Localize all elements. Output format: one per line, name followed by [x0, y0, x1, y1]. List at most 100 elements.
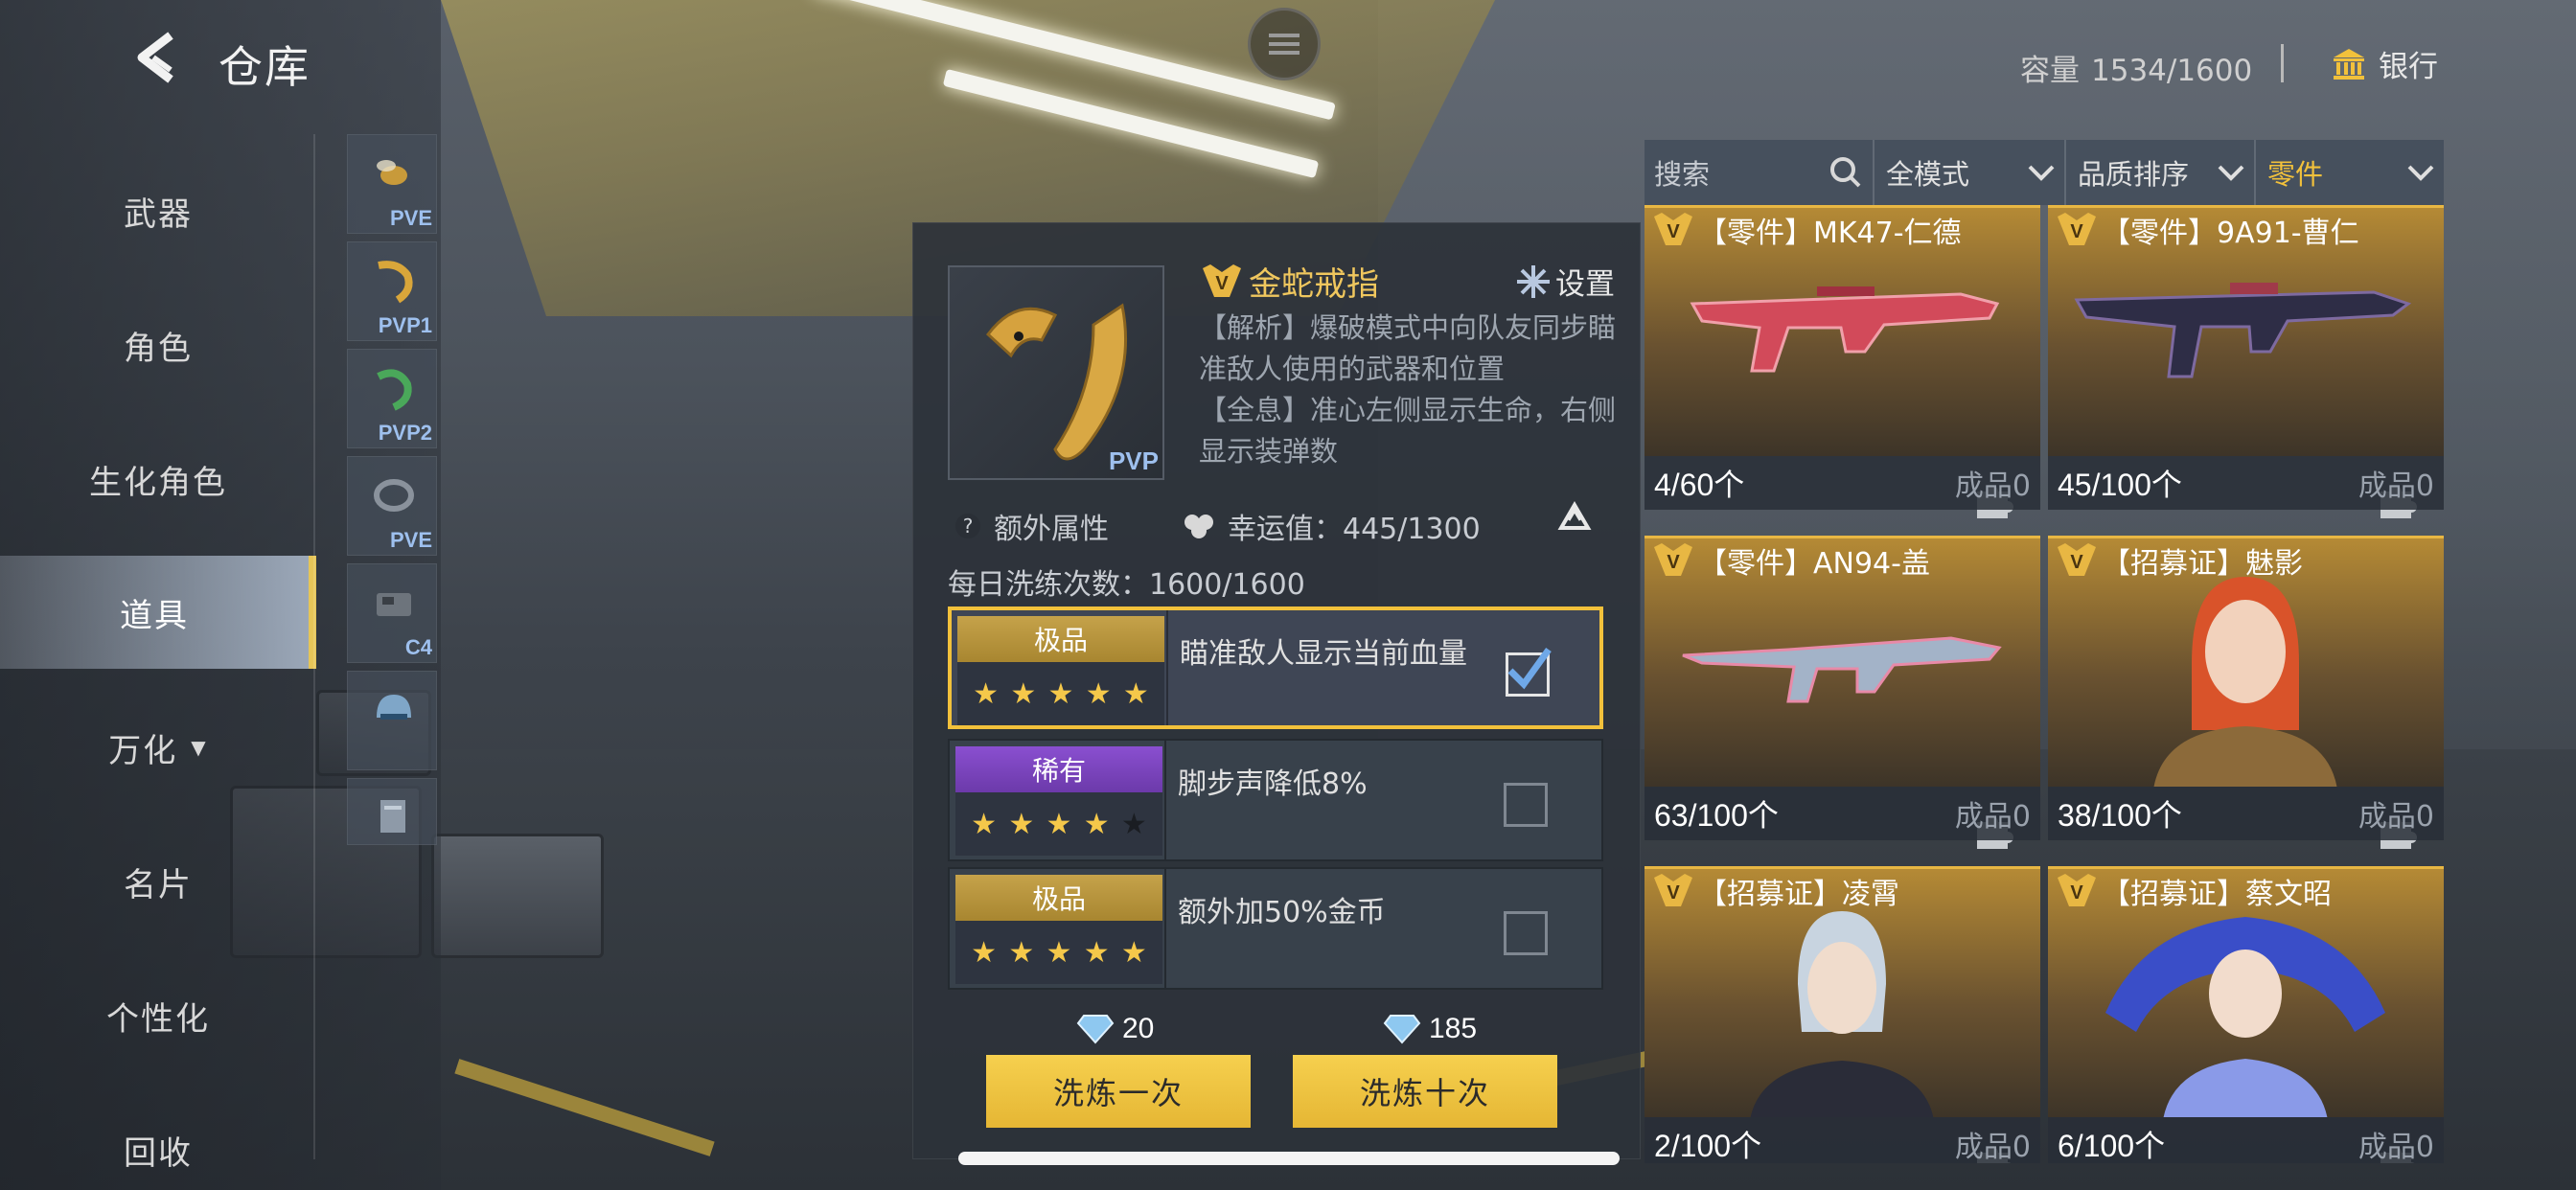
nav-item-items[interactable]: 道具	[0, 556, 316, 669]
home-indicator[interactable]	[958, 1152, 1620, 1165]
back-button[interactable]	[129, 29, 183, 86]
attribute-checkbox[interactable]	[1506, 647, 1552, 697]
item-footer: 4/60个 成品0	[1644, 456, 2040, 510]
sub-item-tag: PVE	[389, 206, 432, 230]
attribute-row[interactable]: 稀有 ★ ★ ★ ★ ★ 脚步声降低8%	[948, 739, 1603, 861]
sub-item-case[interactable]	[347, 778, 437, 845]
attribute-text: 额外加50%金币	[1178, 896, 1386, 929]
attribute-text: 瞄准敌人显示当前血量	[1180, 637, 1467, 671]
item-card[interactable]: V 【招募证】蔡文昭 6/100个 成品0	[2048, 866, 2444, 1163]
item-card[interactable]: V 【招募证】凌霄 2/100个 成品0	[1644, 866, 2040, 1163]
ring-icon	[374, 479, 414, 512]
svg-text:V: V	[2070, 882, 2083, 904]
c4-bomb-icon	[377, 593, 411, 616]
item-name: V 【招募证】蔡文昭	[2056, 870, 2332, 912]
page-title: 仓库	[218, 41, 310, 93]
nav-item-weapons[interactable]: 武器	[0, 144, 316, 278]
item-footer: 38/100个 成品0	[2048, 787, 2444, 840]
star-rating: ★ ★ ★ ★ ★	[957, 662, 1164, 725]
diamond-icon	[1383, 1015, 1421, 1044]
item-card[interactable]: V 【零件】9A91-曹仁 45/100个 成品0	[2048, 205, 2444, 536]
search-input[interactable]: 搜索	[1644, 140, 1874, 205]
item-description: 【解析】爆破模式中向队友同步瞄准敌人使用的武器和位置 【全息】准心左侧显示生命，…	[1199, 308, 1621, 472]
item-made: 成品0	[2358, 1131, 2434, 1163]
snake-ring-icon	[378, 261, 413, 304]
sub-category-list: PVE PVP1 PVP2 PVE C4	[347, 134, 437, 853]
search-icon	[1830, 157, 1861, 188]
item-footer: 6/100个 成品0	[2048, 1117, 2444, 1163]
svg-text:V: V	[1667, 552, 1680, 573]
nav-item-recycle[interactable]: 回收	[0, 1083, 316, 1190]
item-name: V 【零件】9A91-曹仁	[2056, 209, 2359, 251]
star-rating: ★ ★ ★ ★ ★	[955, 921, 1162, 984]
snake-icon	[377, 369, 412, 411]
refine-once-button[interactable]: 洗炼一次	[986, 1055, 1251, 1128]
attribute-row[interactable]: 极品 ★ ★ ★ ★ ★ 瞄准敌人显示当前血量	[948, 606, 1603, 729]
extra-attributes-label[interactable]: ? 额外属性	[955, 505, 1109, 547]
item-card[interactable]: V 【招募证】魅影 38/100个 成品0	[2048, 536, 2444, 866]
bank-label: 银行	[2379, 50, 2438, 84]
attribute-row[interactable]: 极品 ★ ★ ★ ★ ★ 额外加50%金币	[948, 867, 1603, 990]
category-dropdown[interactable]: 零件	[2256, 140, 2444, 205]
diamond-icon	[1076, 1015, 1115, 1044]
settings-button[interactable]: 设置	[1515, 260, 1615, 303]
clover-icon	[1184, 515, 1213, 538]
bee-icon	[377, 160, 407, 185]
attribute-checkbox[interactable]	[1504, 783, 1548, 827]
cost-ten: 185	[1383, 1013, 1477, 1045]
svg-text:V: V	[1667, 221, 1680, 242]
item-made: 成品0	[2358, 800, 2434, 834]
item-count: 45/100个	[2058, 468, 2182, 502]
item-card[interactable]: V 【零件】AN94-盖 63/100个 成品0	[1644, 536, 2040, 866]
sub-item-helmet[interactable]	[347, 671, 437, 770]
menu-button[interactable]	[1248, 8, 1321, 80]
v-badge-icon: V	[2058, 543, 2096, 576]
item-count: 2/100个	[1654, 1129, 1762, 1163]
pvp-tag: PVP	[1108, 446, 1159, 475]
grade-badge: 极品	[957, 616, 1164, 662]
divider	[313, 134, 315, 1159]
luck-value: 幸运值：445/1300	[1180, 505, 1481, 547]
mode-dropdown[interactable]: 全模式	[1874, 140, 2066, 205]
item-name: V 【招募证】魅影	[2056, 539, 2303, 582]
item-detail-panel: PVP V 金蛇戒指 设置 【解析】爆破模式中向队友同步瞄准敌人使用的武器和位置…	[912, 222, 1641, 1159]
svg-text:V: V	[2070, 221, 2083, 242]
nav-item-wanhua[interactable]: 万化 ▼	[0, 680, 316, 814]
category-value: 零件	[2267, 158, 2324, 191]
v-badge-icon: V	[2058, 874, 2096, 906]
svg-text:V: V	[1667, 882, 1680, 904]
bank-button[interactable]: 银行	[2331, 42, 2438, 85]
mode-value: 全模式	[1886, 158, 1970, 191]
star-rating: ★ ★ ★ ★ ★	[955, 792, 1162, 856]
sub-item-ring[interactable]: PVE	[347, 456, 437, 556]
nav-item-cards[interactable]: 名片	[0, 814, 316, 949]
sub-item-tag: C4	[404, 635, 432, 659]
item-thumbnail: PVP	[948, 265, 1164, 480]
grade-badge: 稀有	[955, 746, 1162, 792]
item-count: 63/100个	[1654, 798, 1779, 833]
attribute-checkbox[interactable]	[1504, 911, 1548, 955]
svg-text:V: V	[1215, 273, 1229, 294]
sub-item-green-snake[interactable]: PVP2	[347, 349, 437, 448]
attribute-text: 脚步声降低8%	[1178, 767, 1368, 801]
sub-item-bee[interactable]: PVE	[347, 134, 437, 234]
desc-hologram: 【全息】准心左侧显示生命，右侧显示装弹数	[1199, 394, 1617, 468]
checkmark-icon	[1507, 647, 1552, 690]
sub-item-c4[interactable]: C4	[347, 563, 437, 663]
item-card[interactable]: V 【零件】MK47-仁德 4/60个 成品0	[1644, 205, 2040, 536]
item-made: 成品0	[1954, 469, 2031, 503]
chevron-down-icon	[2407, 165, 2434, 181]
sub-item-tag: PVP2	[378, 421, 432, 445]
refine-ten-button[interactable]: 洗炼十次	[1293, 1055, 1557, 1128]
nav-item-zombie-characters[interactable]: 生化角色	[0, 412, 316, 546]
v-badge-icon: V	[1203, 263, 1241, 297]
item-grid: V 【零件】MK47-仁德 4/60个 成品0 V 【零件】9A91-曹仁 45…	[1644, 205, 2444, 1163]
grade-badge: 极品	[955, 875, 1162, 921]
sub-item-snake-ring[interactable]: PVP1	[347, 241, 437, 341]
sort-dropdown[interactable]: 品质排序	[2066, 140, 2256, 205]
case-icon	[380, 800, 405, 833]
nav-item-personalize[interactable]: 个性化	[0, 949, 316, 1083]
nav-item-characters[interactable]: 角色	[0, 278, 316, 412]
recycle-button[interactable]	[1552, 497, 1598, 543]
item-made: 成品0	[1954, 800, 2031, 834]
